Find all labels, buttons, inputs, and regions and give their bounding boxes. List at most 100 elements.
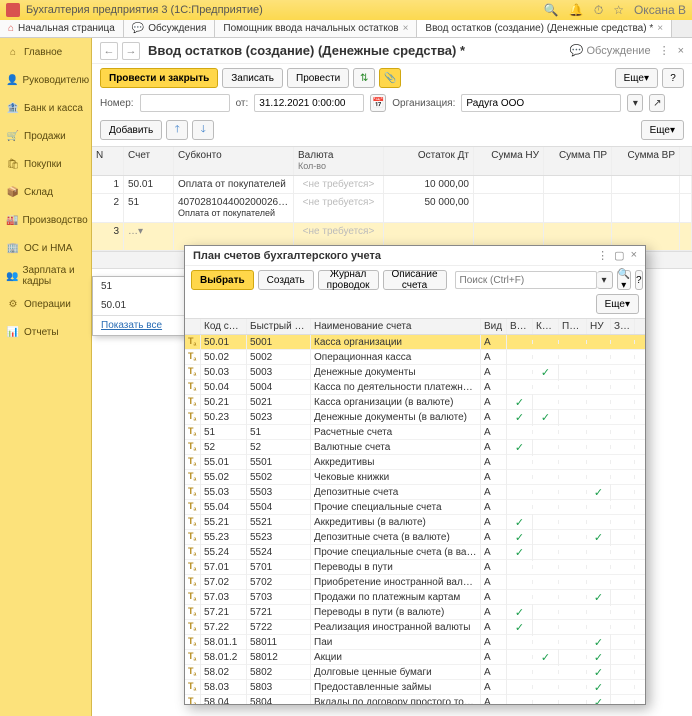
account-row[interactable]: Tᵃ55.245524Прочие специальные счета (в в… bbox=[185, 545, 645, 560]
org-input[interactable] bbox=[461, 94, 621, 112]
account-row[interactable]: Tᵃ50.015001Касса организацииА bbox=[185, 335, 645, 350]
accounts-list[interactable]: Tᵃ50.015001Касса организацииАTᵃ50.025002… bbox=[185, 335, 645, 704]
account-row[interactable]: Tᵃ50.035003Денежные документыА✓ bbox=[185, 365, 645, 380]
account-row[interactable]: Tᵃ55.235523Депозитные счета (в валюте)А✓… bbox=[185, 530, 645, 545]
account-row[interactable]: Tᵃ5151Расчетные счетаА bbox=[185, 425, 645, 440]
sidebar: ⌂Главное👤Руководителю🏦Банк и касса🛒Прода… bbox=[0, 38, 92, 716]
save-button[interactable]: Записать bbox=[222, 68, 283, 88]
sidebar-label: Покупки bbox=[24, 159, 62, 170]
account-row[interactable]: Tᵃ57.225722Реализация иностранной валюты… bbox=[185, 620, 645, 635]
account-row[interactable]: Tᵃ55.025502Чековые книжкиА bbox=[185, 470, 645, 485]
move-up-button[interactable]: 🡑 bbox=[166, 120, 188, 140]
select-button[interactable]: Выбрать bbox=[191, 270, 254, 290]
account-row[interactable]: Tᵃ58.01.158011ПаиА✓ bbox=[185, 635, 645, 650]
account-row[interactable]: Tᵃ58.025802Долговые ценные бумагиА✓ bbox=[185, 665, 645, 680]
app-root: Бухгалтерия предприятия 3 (1С:Предприяти… bbox=[0, 0, 692, 716]
sidebar-item[interactable]: ⌂Главное bbox=[0, 38, 91, 66]
menu-icon[interactable]: ⋮ bbox=[597, 249, 608, 262]
search-icon[interactable]: 🔍 bbox=[544, 3, 559, 17]
reports-button[interactable]: ⇅ bbox=[353, 68, 375, 88]
maximize-icon[interactable]: ▢ bbox=[614, 249, 624, 262]
account-row[interactable]: Tᵃ55.045504Прочие специальные счетаА bbox=[185, 500, 645, 515]
more-button-dialog[interactable]: Еще ▾ bbox=[596, 294, 639, 314]
account-row[interactable]: Tᵃ57.025702Приобретение иностранной валю… bbox=[185, 575, 645, 590]
tab-helper[interactable]: Помощник ввода начальных остатков× bbox=[215, 20, 417, 37]
journal-button[interactable]: Журнал проводок bbox=[318, 270, 379, 290]
close-icon[interactable]: × bbox=[631, 249, 637, 262]
doc-fields: Номер: от: 📅 Организация: ▾ ↗ bbox=[92, 92, 692, 118]
table-header: N Счет Субконто ВалютаКол-во Остаток Дт … bbox=[92, 147, 692, 176]
clock-icon[interactable]: ⏱ bbox=[594, 3, 603, 18]
tab-discuss[interactable]: 💬Обсуждения bbox=[124, 20, 216, 37]
account-row[interactable]: Tᵃ55.215521Аккредитивы (в валюте)А✓ bbox=[185, 515, 645, 530]
close-icon[interactable]: × bbox=[657, 23, 663, 34]
account-row[interactable]: Tᵃ50.045004Касса по деятельности платежн… bbox=[185, 380, 645, 395]
tab-doc[interactable]: Ввод остатков (создание) (Денежные средс… bbox=[417, 20, 672, 37]
attach-button[interactable]: 📎 bbox=[379, 68, 401, 88]
sidebar-icon: 🛒 bbox=[6, 131, 20, 142]
close-icon[interactable]: × bbox=[678, 45, 684, 57]
sidebar-item[interactable]: 🏦Банк и касса bbox=[0, 94, 91, 122]
sidebar-item[interactable]: 📊Отчеты bbox=[0, 318, 91, 346]
sidebar-label: ОС и НМА bbox=[24, 243, 72, 254]
more-button-2[interactable]: Еще ▾ bbox=[641, 120, 684, 140]
discuss-button[interactable]: 💬 Обсуждение bbox=[570, 44, 651, 57]
date-input[interactable] bbox=[254, 94, 364, 112]
dropdown-icon[interactable]: ▾ bbox=[597, 271, 613, 289]
move-down-button[interactable]: 🡓 bbox=[192, 120, 214, 140]
account-row[interactable]: Tᵃ57.215721Переводы в пути (в валюте)А✓ bbox=[185, 605, 645, 620]
create-button[interactable]: Создать bbox=[258, 270, 314, 290]
more-button[interactable]: Еще ▾ bbox=[615, 68, 658, 88]
account-row[interactable]: Tᵃ57.015701Переводы в путиА bbox=[185, 560, 645, 575]
number-label: Номер: bbox=[100, 98, 134, 109]
post-close-button[interactable]: Провести и закрыть bbox=[100, 68, 218, 88]
account-row[interactable]: Tᵃ55.015501АккредитивыА bbox=[185, 455, 645, 470]
account-row[interactable]: Tᵃ50.025002Операционная кассаА bbox=[185, 350, 645, 365]
back-button[interactable]: ← bbox=[100, 42, 118, 60]
number-input[interactable] bbox=[140, 94, 230, 112]
help-button[interactable]: ? bbox=[635, 270, 643, 290]
sidebar-label: Склад bbox=[24, 187, 53, 198]
calendar-icon[interactable]: 📅 bbox=[370, 94, 386, 112]
sidebar-item[interactable]: 🛍Покупки bbox=[0, 150, 91, 178]
account-row[interactable]: Tᵃ5252Валютные счетаА✓ bbox=[185, 440, 645, 455]
post-button[interactable]: Провести bbox=[287, 68, 349, 88]
user-label[interactable]: Оксана В bbox=[634, 3, 686, 17]
account-row[interactable]: Tᵃ58.035803Предоставленные займыА✓ bbox=[185, 680, 645, 695]
sidebar-icon: 🏢 bbox=[6, 243, 20, 254]
account-row[interactable]: Tᵃ57.035703Продажи по платежным картамА✓ bbox=[185, 590, 645, 605]
open-ref-icon[interactable]: ↗ bbox=[649, 94, 665, 112]
sidebar-item[interactable]: ⚙Операции bbox=[0, 290, 91, 318]
account-row[interactable]: Tᵃ50.215021Касса организации (в валюте)А… bbox=[185, 395, 645, 410]
table-row[interactable]: 25140702810440020002661, ПАО ...Оплата о… bbox=[92, 194, 692, 223]
account-row[interactable]: Tᵃ58.01.258012АкцииА✓✓ bbox=[185, 650, 645, 665]
sidebar-item[interactable]: 🛒Продажи bbox=[0, 122, 91, 150]
close-icon[interactable]: × bbox=[403, 23, 409, 34]
sidebar-item[interactable]: 🏢 ОС и НМА bbox=[0, 234, 91, 262]
account-row[interactable]: Tᵃ55.035503Депозитные счетаА✓ bbox=[185, 485, 645, 500]
sidebar-label: Производство bbox=[22, 215, 87, 226]
tab-start[interactable]: ⌂Начальная страница bbox=[0, 20, 124, 37]
star-icon[interactable]: ☆ bbox=[613, 3, 624, 17]
sidebar-item[interactable]: 👤Руководителю bbox=[0, 66, 91, 94]
bell-icon[interactable]: 🔔 bbox=[569, 3, 584, 17]
table-row[interactable]: 150.01Оплата от покупателей<не требуется… bbox=[92, 176, 692, 194]
sidebar-item[interactable]: 🏭Производство bbox=[0, 206, 91, 234]
menu-icon[interactable]: ⋮ bbox=[659, 44, 670, 57]
sidebar-item[interactable]: 📦 Склад bbox=[0, 178, 91, 206]
titlebar: Бухгалтерия предприятия 3 (1С:Предприяти… bbox=[0, 0, 692, 20]
account-row[interactable]: Tᵃ58.045804Вклады по договору простого т… bbox=[185, 695, 645, 704]
dropdown-icon[interactable]: ▾ bbox=[627, 94, 643, 112]
describe-button[interactable]: Описание счета bbox=[383, 270, 447, 290]
search-input[interactable] bbox=[455, 271, 597, 289]
app-logo bbox=[6, 3, 20, 17]
help-button[interactable]: ? bbox=[662, 68, 684, 88]
doc-toolbar: Провести и закрыть Записать Провести ⇅ 📎… bbox=[92, 64, 692, 92]
search-button[interactable]: 🔍▾ bbox=[617, 270, 631, 290]
forward-button[interactable]: → bbox=[122, 42, 140, 60]
sidebar-icon: 📦 bbox=[6, 187, 20, 198]
add-row-button[interactable]: Добавить bbox=[100, 120, 162, 140]
sidebar-item[interactable]: 👥Зарплата и кадры bbox=[0, 262, 91, 290]
account-row[interactable]: Tᵃ50.235023Денежные документы (в валюте)… bbox=[185, 410, 645, 425]
sidebar-label: Операции bbox=[24, 299, 71, 310]
